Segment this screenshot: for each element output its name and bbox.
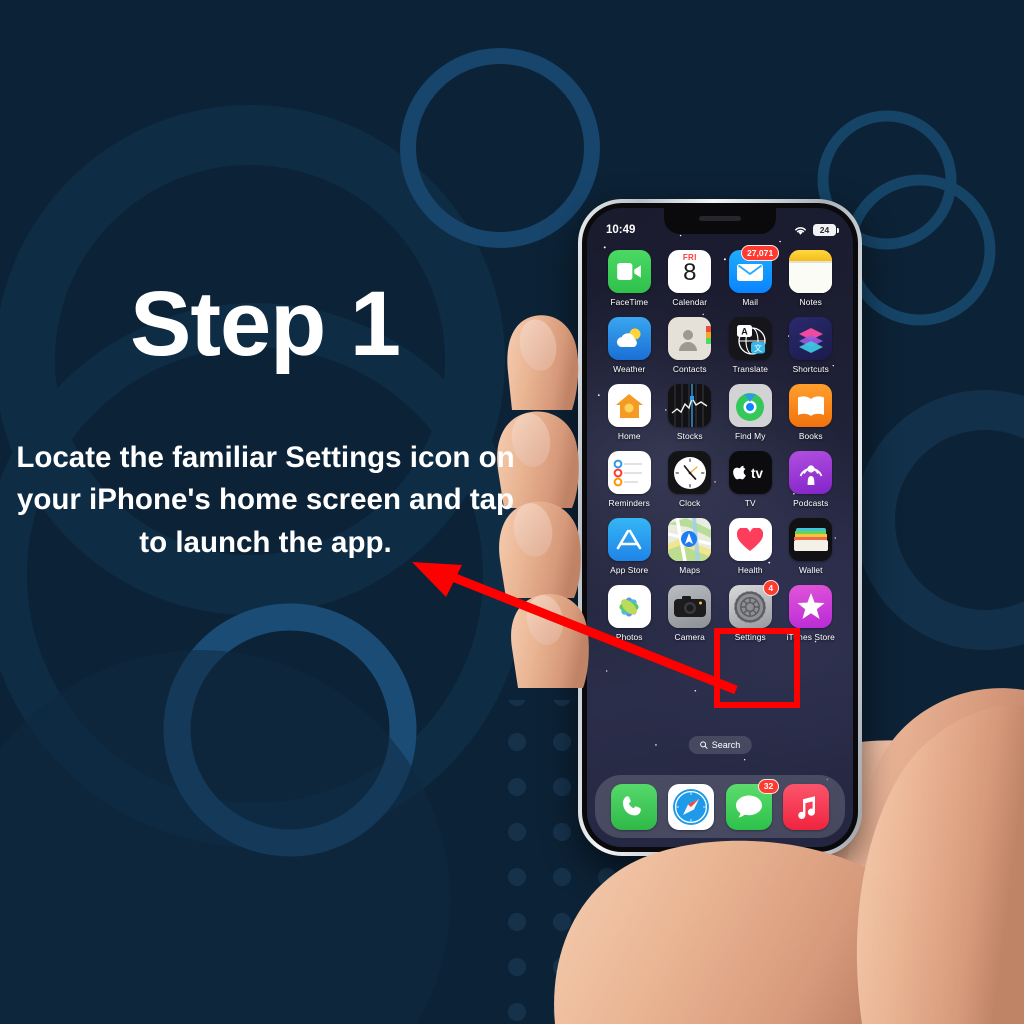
app-label: Shortcuts [792,364,829,374]
health-icon [728,518,772,561]
wifi-icon [795,226,806,235]
app-facetime[interactable]: FaceTime [599,250,660,307]
phone-icon [610,783,657,830]
app-badge: 4 [762,580,779,596]
app-health[interactable]: Health [720,518,781,575]
app-reminders[interactable]: Reminders [599,451,660,508]
safari-icon [668,783,715,830]
app-label: Translate [732,364,768,374]
app-books[interactable]: Books [781,384,842,441]
app-label: FaceTime [610,297,649,307]
app-label: Podcasts [793,498,829,508]
photos-icon [607,585,651,628]
tv-icon: tv [728,451,772,494]
app-label: Find My [735,431,766,441]
shortcuts-icon [789,317,833,360]
svg-text:A: A [742,326,749,336]
app-notes[interactable]: Notes [781,250,842,307]
battery-indicator: 24 [813,224,839,236]
app-label: Stocks [676,431,703,441]
app-label: Camera [674,632,705,642]
app-translate[interactable]: A 文 Translate [720,317,781,374]
app-label: Wallet [798,565,823,575]
search-label: Search [711,740,741,750]
contacts-icon [668,317,712,360]
app-mail[interactable]: 27,071 Mail [720,245,781,307]
svg-text:文: 文 [754,343,762,353]
app-contacts[interactable]: Contacts [660,317,721,374]
facetime-icon [607,250,651,293]
app-appstore[interactable]: App Store [599,518,660,575]
app-home[interactable]: Home [599,384,660,441]
maps-icon [668,518,712,561]
app-label: Maps [679,565,701,575]
app-findmy[interactable]: Find My [720,384,781,441]
app-stocks[interactable]: Stocks [660,384,721,441]
app-badge: 32 [758,778,779,795]
app-label: Notes [799,297,822,307]
status-time: 10:49 [606,224,636,236]
app-label: Home [617,431,641,441]
home-icon [607,384,651,427]
music-icon [783,783,830,830]
app-maps[interactable]: Maps [660,518,721,575]
app-calendar[interactable]: FRI 8 Calendar [660,250,721,307]
translate-icon: A 文 [728,317,772,360]
camera-icon [668,585,712,628]
clock-icon [668,451,712,494]
iphone-device: 10:49 24 FaceTime FRI 8 Calendar 27,071 … [578,199,862,856]
app-podcasts[interactable]: Podcasts [781,451,842,508]
appstore-icon [607,518,651,561]
app-itunes-store[interactable]: iTunes Store [781,585,842,642]
app-label: Clock [679,498,701,508]
reminders-icon [607,451,651,494]
app-wallet[interactable]: Wallet [781,518,842,575]
app-label: Books [798,431,823,441]
app-label: TV [744,498,756,508]
app-tv[interactable]: tv TV [720,451,781,508]
phone-dock: 32 [595,775,845,838]
app-label: App Store [610,565,649,575]
wallet-icon [789,518,833,561]
itunes-store-icon [789,585,833,628]
weather-icon [607,317,651,360]
phone-bezel: 10:49 24 FaceTime FRI 8 Calendar 27,071 … [582,203,858,852]
books-icon [789,384,833,427]
app-camera[interactable]: Camera [660,585,721,642]
app-label: Weather [613,364,646,374]
app-label: Settings [734,632,766,642]
stocks-icon [668,384,712,427]
app-label: iTunes Store [786,632,835,642]
app-label: Reminders [608,498,650,508]
app-label: Calendar [672,297,708,307]
home-screen-search[interactable]: Search [688,736,752,754]
dock-app-phone[interactable] [610,783,657,830]
dock-app-safari[interactable] [668,783,715,830]
home-screen-app-grid: FaceTime FRI 8 Calendar 27,071 Mail Note… [587,245,853,642]
app-settings[interactable]: 4 Settings [720,580,781,642]
thumb-shape [838,688,1024,1024]
calendar-day: 8 [683,259,697,286]
app-clock[interactable]: Clock [660,451,721,508]
calendar-icon: FRI 8 [668,250,712,293]
hand-holding-phone-back [700,688,1024,1024]
phone-screen: 10:49 24 FaceTime FRI 8 Calendar 27,071 … [587,208,853,847]
app-label: Health [737,565,763,575]
notes-icon [789,250,833,293]
app-weather[interactable]: Weather [599,317,660,374]
podcasts-icon [789,451,833,494]
dock-app-messages[interactable]: 32 [725,778,779,830]
app-label: Contacts [672,364,707,374]
app-photos[interactable]: Photos [599,585,660,642]
app-badge: 27,071 [741,245,779,261]
search-icon [700,741,708,749]
findmy-icon [728,384,772,427]
app-label: Photos [615,632,643,642]
svg-text:tv: tv [751,466,763,481]
app-shortcuts[interactable]: Shortcuts [781,317,842,374]
status-bar: 10:49 24 [587,208,853,242]
dock-app-music[interactable] [783,783,830,830]
app-label: Mail [742,297,759,307]
